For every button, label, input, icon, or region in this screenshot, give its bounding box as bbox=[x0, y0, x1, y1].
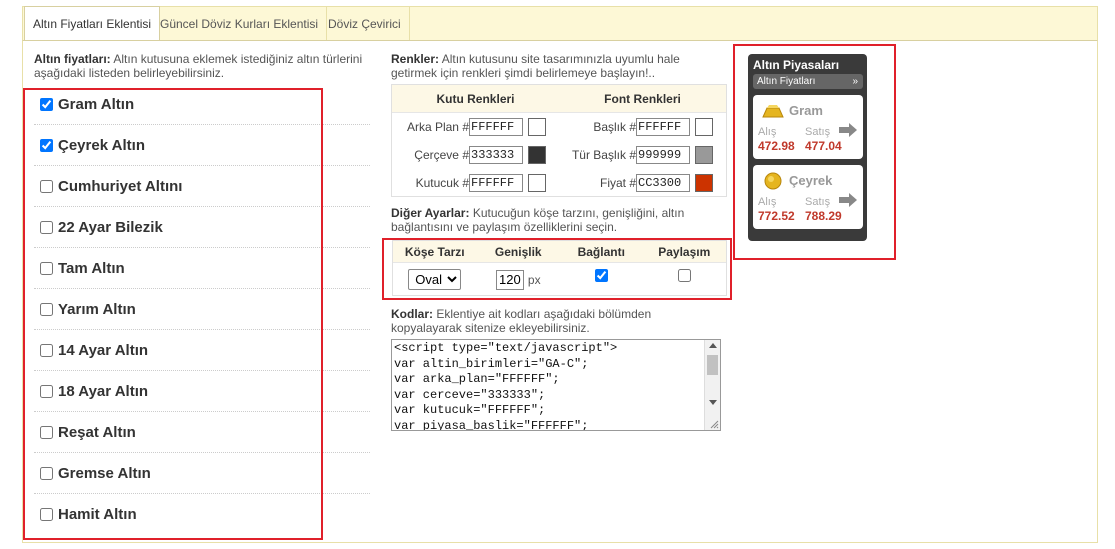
color-label: Arka Plan # bbox=[406, 120, 469, 134]
highlight-box-settings bbox=[382, 238, 732, 300]
gold-types-intro: Altın fiyatları: Altın kutusuna eklemek … bbox=[34, 52, 374, 80]
gold-types-heading: Altın fiyatları: bbox=[34, 52, 111, 66]
code-line: var piyasa_baslik="FFFFFF"; bbox=[394, 418, 589, 431]
tab-bar: Altın Fiyatları Eklentisi Güncel Döviz K… bbox=[22, 6, 1098, 41]
box-colors-header: Kutu Renkleri bbox=[436, 92, 515, 106]
codes-intro: Kodlar: Eklentiye ait kodları aşağıdaki … bbox=[391, 307, 721, 335]
color-row: Tür Başlık # bbox=[560, 145, 713, 165]
highlight-box-gold-list bbox=[23, 88, 323, 540]
codes-heading: Kodlar: bbox=[391, 307, 433, 321]
other-settings-intro: Diğer Ayarlar: Kutucuğun köşe tarzını, g… bbox=[391, 206, 727, 234]
scroll-up-icon[interactable] bbox=[709, 343, 717, 348]
code-line: var kutucuk="FFFFFF"; bbox=[394, 403, 546, 417]
color-swatch[interactable] bbox=[695, 174, 713, 192]
embed-code-textarea[interactable]: <script type="text/javascript"> var altin… bbox=[391, 339, 721, 431]
color-swatch[interactable] bbox=[528, 174, 546, 192]
color-hex-input[interactable] bbox=[469, 146, 523, 164]
font-colors-header: Font Renkleri bbox=[604, 92, 681, 106]
highlight-box-widget bbox=[733, 44, 896, 260]
code-line: <script type="text/javascript"> bbox=[394, 341, 618, 355]
scroll-thumb[interactable] bbox=[707, 355, 718, 375]
color-label: Kutucuk # bbox=[415, 176, 469, 190]
tab-doviz-kurlari[interactable]: Güncel Döviz Kurları Eklentisi bbox=[152, 7, 328, 41]
code-line: var altin_birimleri="GA-C"; bbox=[394, 356, 589, 371]
color-swatch[interactable] bbox=[528, 118, 546, 136]
color-label: Fiyat # bbox=[599, 176, 636, 190]
color-swatch[interactable] bbox=[695, 146, 713, 164]
colors-heading: Renkler: bbox=[391, 52, 440, 66]
code-line: var arka_plan="FFFFFF"; bbox=[394, 372, 560, 386]
color-label: Tür Başlık # bbox=[571, 148, 636, 162]
colors-intro: Renkler: Altın kutusunu site tasarımınız… bbox=[391, 52, 727, 80]
resize-handle-icon[interactable] bbox=[709, 419, 719, 429]
color-row: Kutucuk # bbox=[392, 173, 546, 193]
color-hex-input[interactable] bbox=[636, 146, 690, 164]
color-row: Fiyat # bbox=[560, 173, 713, 193]
code-line: var cerceve="333333"; bbox=[394, 387, 546, 402]
color-row: Çerçeve # bbox=[392, 145, 546, 165]
other-settings-heading: Diğer Ayarlar: bbox=[391, 206, 470, 220]
color-hex-input[interactable] bbox=[469, 118, 523, 136]
color-label: Başlık # bbox=[593, 120, 636, 134]
tab-doviz-cevirici[interactable]: Döviz Çevirici bbox=[320, 7, 410, 41]
color-label: Çerçeve # bbox=[414, 148, 469, 162]
code-scrollbar[interactable] bbox=[704, 340, 720, 430]
color-hex-input[interactable] bbox=[469, 174, 523, 192]
color-swatch[interactable] bbox=[695, 118, 713, 136]
color-hex-input[interactable] bbox=[636, 118, 690, 136]
color-row: Başlık # bbox=[560, 117, 713, 137]
color-row: Arka Plan # bbox=[392, 117, 546, 137]
color-hex-input[interactable] bbox=[636, 174, 690, 192]
color-swatch[interactable] bbox=[528, 146, 546, 164]
scroll-down-icon[interactable] bbox=[709, 400, 717, 405]
tab-altin-fiyatlari[interactable]: Altın Fiyatları Eklentisi bbox=[24, 6, 161, 41]
